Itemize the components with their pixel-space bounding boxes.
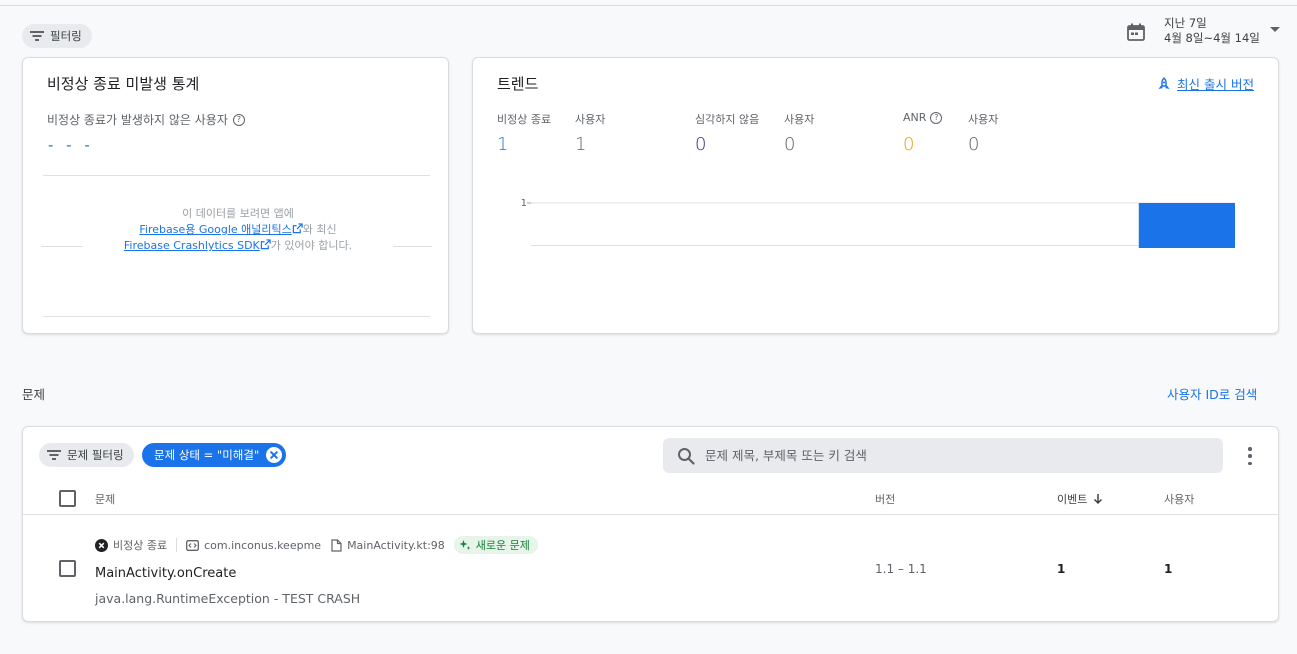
y-tick-label: 1 [521, 198, 527, 209]
issue-meta: 비정상 종료 com.inconus.keepme MainActivity.k… [95, 536, 538, 554]
filter-chip[interactable]: 필터링 [22, 24, 92, 48]
issue-type: 비정상 종료 [95, 537, 167, 553]
new-issue-badge: 새로운 문제 [453, 536, 538, 554]
empty-state-line1: 이 데이터를 보려면 앱에 [182, 207, 294, 220]
filter-icon [30, 31, 44, 41]
bar [1138, 203, 1235, 248]
calendar-icon [1127, 23, 1145, 41]
caret-down-icon [1269, 27, 1280, 32]
empty-state-text3: 가 있어야 합니다. [270, 239, 353, 252]
column-header-issue[interactable]: 문제 [95, 491, 115, 507]
search-icon [678, 447, 695, 465]
crash-free-stats-title: 비정상 종료 미발생 통계 [47, 75, 200, 93]
metric-label: 사용자 [784, 111, 814, 127]
divider [43, 316, 430, 317]
empty-state-message: 이 데이터를 보려면 앱에 Firebase용 Google 애널리틱스 와 최신… [83, 206, 393, 254]
rocket-icon [1158, 76, 1170, 89]
select-all-checkbox[interactable] [59, 490, 76, 507]
column-header-events-label: 이벤트 [1057, 493, 1088, 506]
file-icon [331, 538, 342, 552]
issue-version: 1.1 – 1.1 [875, 562, 927, 576]
metric-value: 0 [784, 134, 796, 155]
issue-filter-label: 문제 필터링 [67, 448, 124, 462]
metric-label-text: 사용자 [784, 113, 815, 126]
issue-search-box[interactable] [663, 438, 1223, 473]
arrow-down-icon [1094, 494, 1103, 505]
issue-package-label: com.inconus.keepme [204, 538, 322, 552]
crash-icon [95, 538, 108, 552]
help-icon[interactable]: ? [930, 111, 943, 124]
column-header-events[interactable]: 이벤트 [1057, 491, 1103, 507]
top-divider [0, 5, 1297, 6]
issue-subtitle: java.lang.RuntimeException - TEST CRASH [95, 591, 361, 606]
issue-events: 1 [1057, 562, 1066, 576]
metric-label-text: 사용자 [968, 113, 999, 126]
sparkle-icon [459, 540, 471, 550]
latest-release-label: 최신 출시 버전 [1177, 77, 1254, 92]
issue-status-chip[interactable]: 문제 상태 = "미해결" [142, 443, 287, 467]
meta-separator [176, 538, 178, 552]
metric-value: 1 [575, 134, 587, 155]
metric-label: ANR? [903, 111, 943, 124]
filter-chip-label: 필터링 [50, 29, 82, 43]
crash-free-stats-card: 비정상 종료 미발생 통계 비정상 종료가 발생하지 않은 사용자 ? - - … [22, 57, 449, 334]
metric-label: 심각하지 않음 [695, 111, 759, 127]
issue-type-label: 비정상 종료 [113, 539, 168, 552]
metric-label: 사용자 [575, 111, 605, 127]
external-link-icon [260, 239, 271, 250]
metric-label: 비정상 종료 [497, 111, 551, 127]
header-divider [23, 514, 1278, 515]
metric-value: 1 [497, 134, 509, 155]
issue-search-input[interactable] [705, 448, 1185, 463]
crashlytics-sdk-link[interactable]: Firebase Crashlytics SDK [124, 239, 260, 252]
trend-card: 트렌드 최신 출시 버전 비정상 종료 1 사용자 1 심각하지 않음 0 사용자 0 ANR?… [472, 57, 1279, 334]
empty-state-text2: 와 최신 [302, 223, 337, 236]
issue-users: 1 [1164, 562, 1173, 576]
metric-value: 0 [903, 134, 915, 155]
date-range-text: 지난 7일 4월 8일~4월 14일 [1164, 16, 1260, 46]
issues-table-card: 문제 필터링 문제 상태 = "미해결" 문제 버전 이벤트 사용자 비정상 종… [22, 426, 1279, 622]
issue-package: com.inconus.keepme [186, 539, 321, 552]
date-range-label: 지난 7일 [1164, 16, 1207, 30]
divider [43, 175, 430, 176]
new-issue-badge-label: 새로운 문제 [475, 539, 530, 552]
trend-title: 트렌드 [497, 75, 539, 93]
date-range-dates: 4월 8일~4월 14일 [1164, 31, 1260, 45]
issue-filter-chip[interactable]: 문제 필터링 [39, 443, 134, 467]
metric-label-text: ANR [903, 111, 927, 124]
metric-value: 0 [695, 134, 707, 155]
metric-value: 0 [968, 134, 980, 155]
issue-file: MainActivity.kt:98 [331, 539, 445, 552]
issue-title[interactable]: MainActivity.onCreate [95, 566, 236, 581]
more-vert-icon[interactable] [1247, 447, 1253, 465]
code-icon [186, 539, 200, 551]
close-icon[interactable] [266, 447, 283, 463]
crash-free-users-text: 비정상 종료가 발생하지 않은 사용자 [47, 113, 228, 127]
issue-file-label: MainActivity.kt:98 [347, 538, 445, 552]
column-header-version[interactable]: 버전 [875, 491, 895, 507]
help-icon[interactable]: ? [232, 113, 245, 126]
date-range-picker[interactable]: 지난 7일 4월 8일~4월 14일 [1126, 16, 1280, 46]
metric-label-text: 심각하지 않음 [695, 113, 760, 126]
metric-label-text: 사용자 [575, 113, 606, 126]
latest-release-link[interactable]: 최신 출시 버전 [1157, 74, 1254, 93]
row-checkbox[interactable] [59, 560, 76, 577]
external-link-icon [292, 223, 303, 234]
search-by-user-id-link[interactable]: 사용자 ID로 검색 [1167, 384, 1257, 403]
issue-status-label: 문제 상태 = "미해결" [154, 448, 260, 462]
issues-section-title: 문제 [22, 387, 46, 402]
google-analytics-link[interactable]: Firebase용 Google 애널리틱스 [139, 223, 291, 236]
crash-free-users-label: 비정상 종료가 발생하지 않은 사용자 ? [47, 111, 245, 128]
metric-label: 사용자 [968, 111, 998, 127]
filter-icon [47, 450, 61, 460]
trend-chart: 014월 084월 114월 14 [521, 198, 1235, 248]
metric-label-text: 비정상 종료 [497, 113, 552, 126]
column-header-users[interactable]: 사용자 [1164, 491, 1194, 507]
crash-free-users-value: - - - [48, 136, 94, 154]
